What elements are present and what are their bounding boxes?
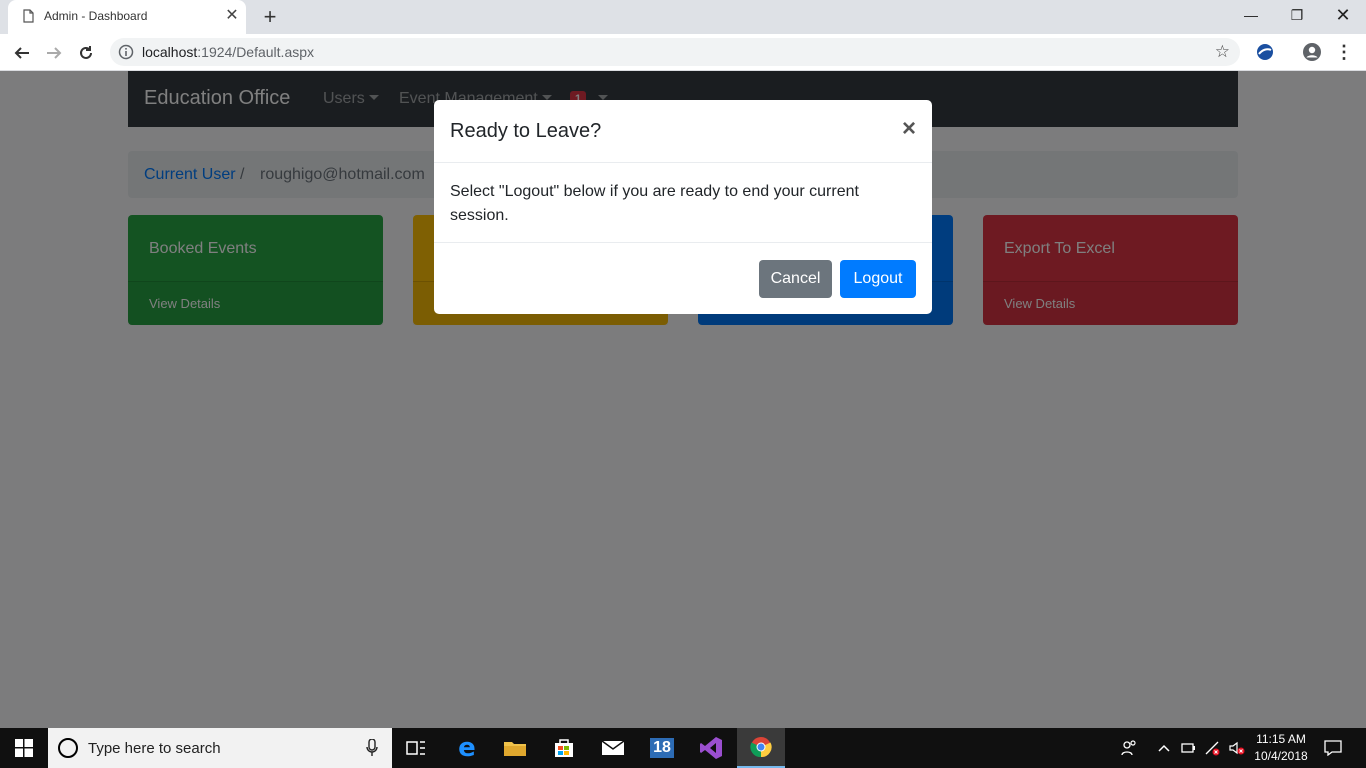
restore-icon[interactable]: ❐ <box>1274 0 1320 30</box>
info-icon[interactable] <box>118 44 134 60</box>
chrome-icon[interactable] <box>737 728 785 768</box>
tab-close-icon[interactable]: ✕ <box>224 8 240 24</box>
calendar-badge: 18 <box>650 738 674 758</box>
store-icon[interactable] <box>540 728 588 768</box>
cancel-button[interactable]: Cancel <box>759 260 832 298</box>
browser-toolbar: localhost:1924/Default.aspx ☆ ⋮ <box>0 34 1366 71</box>
window-close-icon[interactable]: ✕ <box>1320 0 1366 30</box>
modal-title: Ready to Leave? <box>450 120 602 142</box>
modal-header: Ready to Leave? × <box>434 100 932 163</box>
bookmark-star-icon[interactable]: ☆ <box>1215 42 1230 62</box>
mail-icon[interactable] <box>589 728 637 768</box>
modal-close-icon[interactable]: × <box>902 117 916 141</box>
calendar-icon[interactable]: 18 <box>638 728 686 768</box>
clock-date: 10/4/2018 <box>1254 749 1308 763</box>
browser-tab[interactable]: Admin - Dashboard ✕ <box>8 0 246 34</box>
minimize-icon[interactable]: — <box>1228 0 1274 30</box>
menu-kebab-icon[interactable]: ⋮ <box>1334 42 1354 62</box>
page-icon <box>23 9 34 23</box>
action-center-icon[interactable] <box>1322 728 1344 768</box>
reload-icon[interactable] <box>72 39 100 67</box>
file-explorer-icon[interactable] <box>491 728 539 768</box>
battery-icon[interactable] <box>1179 728 1197 768</box>
extension-icon[interactable] <box>1255 42 1275 62</box>
search-placeholder: Type here to search <box>88 740 221 757</box>
url-text: localhost:1924/Default.aspx <box>142 44 315 60</box>
taskbar-search[interactable]: Type here to search <box>48 728 392 768</box>
windows-start-icon[interactable] <box>0 728 48 768</box>
task-view-icon[interactable] <box>392 728 440 768</box>
back-icon[interactable] <box>8 39 36 67</box>
address-bar[interactable]: localhost:1924/Default.aspx ☆ <box>110 38 1240 66</box>
microphone-icon[interactable] <box>366 739 378 757</box>
tab-title: Admin - Dashboard <box>44 9 148 23</box>
forward-icon[interactable] <box>40 39 68 67</box>
clock-time: 11:15 AM <box>1256 732 1306 746</box>
windows-taskbar: Type here to search e 18 11:15 AM 10/4/2… <box>0 728 1366 768</box>
network-icon[interactable] <box>1202 728 1224 768</box>
edge-icon[interactable]: e <box>443 728 491 768</box>
modal-body: Select "Logout" below if you are ready t… <box>450 183 859 224</box>
people-icon[interactable] <box>1118 728 1140 768</box>
visual-studio-icon[interactable] <box>687 728 735 768</box>
new-tab-icon[interactable]: + <box>258 5 282 29</box>
system-clock[interactable]: 11:15 AM 10/4/2018 <box>1248 731 1314 765</box>
volume-muted-icon[interactable] <box>1226 728 1248 768</box>
logout-button[interactable]: Logout <box>840 260 916 298</box>
profile-icon[interactable] <box>1302 42 1322 62</box>
cortana-icon <box>58 738 78 758</box>
chevron-up-icon[interactable] <box>1155 728 1173 768</box>
browser-tabstrip: Admin - Dashboard ✕ + — ❐ ✕ <box>0 0 1366 34</box>
modal-footer: Cancel Logout <box>434 242 932 314</box>
logout-modal: Ready to Leave? × Select "Logout" below … <box>434 100 932 314</box>
page: Education Office Users Event Management … <box>0 71 1366 728</box>
